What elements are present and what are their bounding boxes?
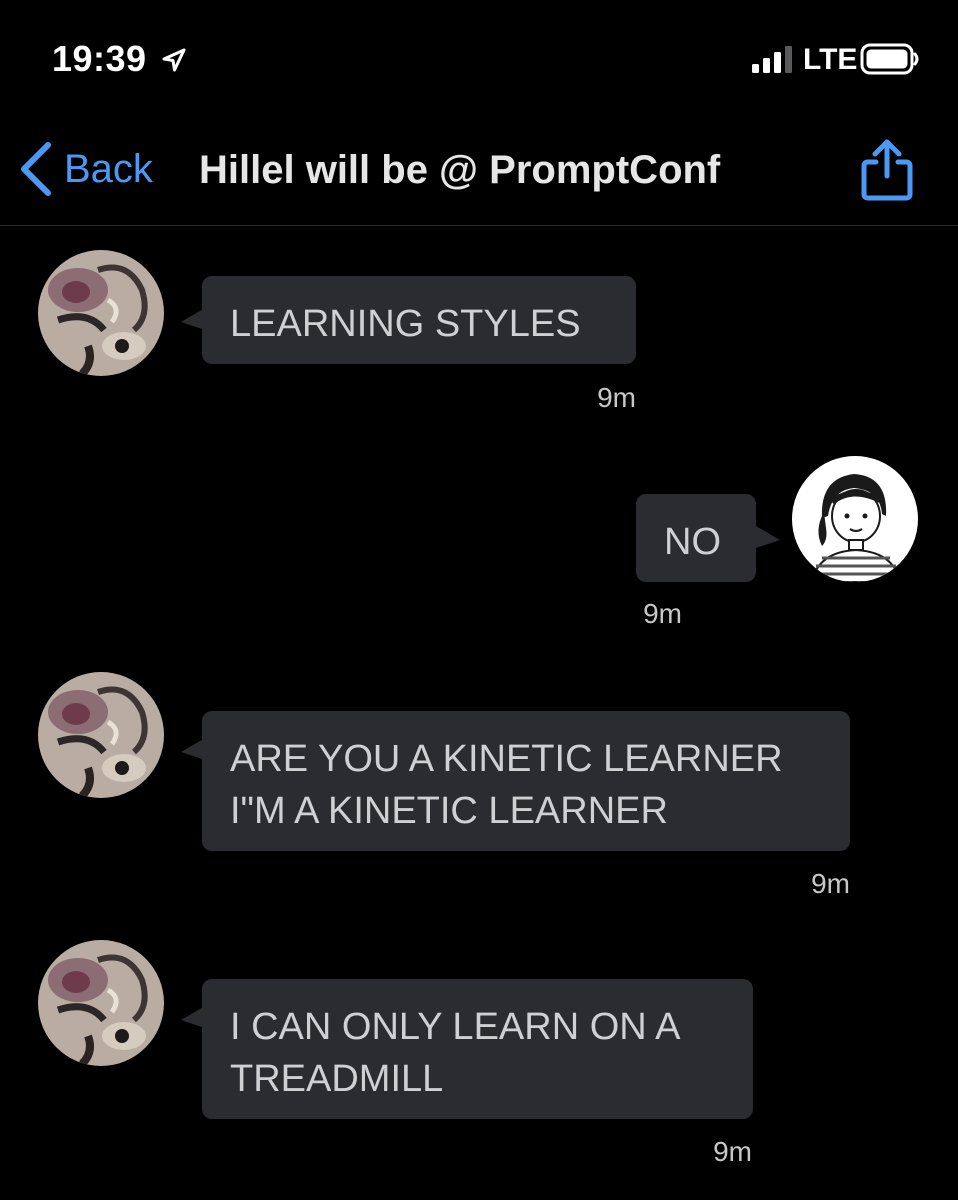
message-timestamp: 9m <box>811 868 850 899</box>
message-text: I"M A KINETIC LEARNER <box>230 790 668 832</box>
signal-bars-icon <box>752 46 792 73</box>
sender-avatar-image <box>38 672 164 798</box>
chevron-left-icon <box>21 142 51 196</box>
bubble-tail <box>756 526 780 548</box>
message-timestamp: 9m <box>643 598 682 629</box>
status-bar: 19:39 LTE <box>0 0 958 110</box>
page-title: Hillel will be @ PromptConf <box>199 148 721 192</box>
message-text: LEARNING STYLES <box>230 303 581 345</box>
message-text: I CAN ONLY LEARN ON A <box>230 1006 681 1048</box>
message-text: NO <box>664 521 721 563</box>
battery-icon <box>860 43 919 75</box>
back-button[interactable]: Back <box>18 138 153 200</box>
back-label: Back <box>64 146 153 191</box>
sender-avatar[interactable] <box>38 672 164 798</box>
sender-avatar-image <box>38 940 164 1066</box>
sender-avatar[interactable] <box>38 940 164 1066</box>
navigation-bar: Back Hillel will be @ PromptConf <box>0 110 958 226</box>
share-icon[interactable] <box>856 136 918 202</box>
message-bubble[interactable]: I CAN ONLY LEARN ON A TREADMILL <box>202 979 753 1119</box>
sender-avatar[interactable] <box>38 250 164 376</box>
message-text: ARE YOU A KINETIC LEARNER <box>230 738 783 780</box>
message-timestamp: 9m <box>597 382 636 413</box>
sender-avatar-image <box>38 250 164 376</box>
user-avatar[interactable] <box>792 456 918 582</box>
network-type-label: LTE <box>803 43 858 76</box>
user-avatar-image <box>792 456 918 582</box>
message-text: TREADMILL <box>230 1058 444 1100</box>
message-bubble[interactable]: ARE YOU A KINETIC LEARNER I"M A KINETIC … <box>202 711 850 851</box>
status-time: 19:39 <box>52 38 147 79</box>
message-bubble[interactable]: NO <box>636 494 756 582</box>
message-bubble[interactable]: LEARNING STYLES <box>202 276 636 364</box>
message-timestamp: 9m <box>713 1136 752 1167</box>
location-arrow-icon <box>162 48 186 72</box>
